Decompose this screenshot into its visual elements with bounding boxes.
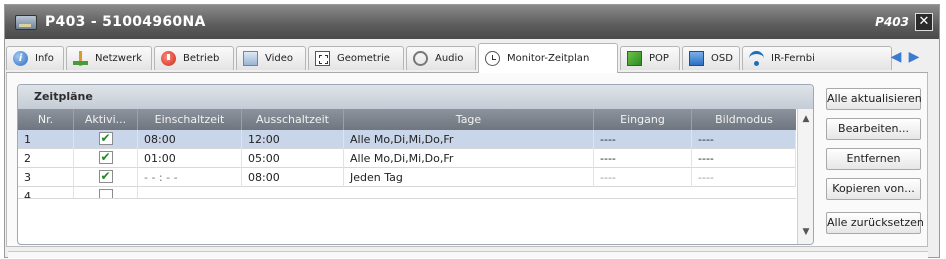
tab-scroll-right-icon[interactable]: ▶ (906, 46, 922, 68)
tab-audio[interactable]: Audio (406, 46, 476, 70)
projector-icon (15, 15, 37, 30)
tab-ir-fernbedienung[interactable]: IR-Fernbi (742, 46, 892, 70)
tab-label: IR-Fernbi (771, 53, 815, 64)
status-strip (8, 251, 928, 258)
tab-label: Netzwerk (95, 53, 143, 64)
scroll-up-icon[interactable]: ▲ (798, 111, 813, 127)
tab-pop[interactable]: POP (620, 46, 680, 70)
column-header[interactable]: Ausschaltzeit (242, 109, 344, 130)
schedule-group: Zeitpläne Nr. Aktivi... Einschaltzeit Au… (17, 84, 814, 245)
active-checkbox[interactable] (74, 149, 138, 168)
power-icon (161, 51, 176, 66)
video-icon (243, 51, 258, 66)
input-source: ---- (594, 130, 692, 149)
picture-mode: ---- (692, 130, 796, 149)
off-time: 05:00 (242, 149, 344, 168)
row-number: 1 (18, 130, 74, 149)
checkmark-icon (98, 149, 113, 167)
off-time: 08:00 (242, 168, 344, 187)
refresh-all-button[interactable]: Alle aktualisieren (826, 88, 922, 110)
reset-all-button[interactable]: Alle zurücksetzen (826, 212, 924, 234)
tab-betrieb[interactable]: Betrieb (154, 46, 234, 70)
copy-from-button[interactable]: Kopieren von... (826, 178, 921, 200)
tab-label: Info (35, 53, 54, 64)
osd-icon (689, 51, 704, 66)
on-time: - - : - - (138, 168, 242, 187)
network-icon (73, 51, 88, 66)
window-title: P403 - 51004960NA (45, 14, 206, 30)
column-header[interactable]: Eingang (594, 109, 692, 130)
table-row[interactable]: 1 08:00 12:00 Alle Mo,Di,Mi,Do,Fr ---- -… (18, 130, 796, 149)
checkbox-icon (98, 189, 113, 198)
geometry-icon (315, 51, 330, 66)
input-source: ---- (594, 168, 692, 187)
on-time: 01:00 (138, 149, 242, 168)
off-time: 12:00 (242, 130, 344, 149)
tab-osd[interactable]: OSD (682, 46, 740, 70)
remove-button[interactable]: Entfernen (826, 148, 921, 170)
table-header: Nr. Aktivi... Einschaltzeit Ausschaltzei… (18, 109, 796, 130)
column-header[interactable]: Aktivi... (74, 109, 138, 130)
audio-icon (413, 51, 428, 66)
tab-bar: i Info Netzwerk Betrieb Video Geometrie … (6, 42, 928, 73)
active-checkbox[interactable] (74, 130, 138, 149)
column-header[interactable]: Einschaltzeit (138, 109, 242, 130)
ir-remote-icon (749, 51, 764, 66)
close-button[interactable]: ✕ (915, 13, 933, 31)
tab-label: Monitor-Zeitplan (507, 53, 590, 64)
table-scrollbar[interactable]: ▲ ▼ (797, 109, 813, 244)
tab-info[interactable]: i Info (6, 46, 64, 70)
tab-monitor-zeitplan[interactable]: Monitor-Zeitplan (478, 43, 618, 73)
info-icon: i (13, 51, 28, 66)
days: Alle Mo,Di,Mi,Do,Fr (344, 130, 594, 149)
column-header[interactable]: Nr. (18, 109, 74, 130)
tab-label: Audio (435, 53, 464, 64)
tab-geometrie[interactable]: Geometrie (308, 46, 404, 70)
tab-netzwerk[interactable]: Netzwerk (66, 46, 152, 70)
tab-label: Video (265, 53, 294, 64)
column-header[interactable]: Bildmodus (692, 109, 796, 130)
table-row[interactable]: 2 01:00 05:00 Alle Mo,Di,Mi,Do,Fr ---- -… (18, 149, 796, 168)
active-checkbox[interactable] (74, 168, 138, 187)
tab-label: Geometrie (337, 53, 390, 64)
group-title: Zeitpläne (18, 85, 813, 109)
row-number: 3 (18, 168, 74, 187)
days: Alle Mo,Di,Mi,Do,Fr (344, 149, 594, 168)
active-checkbox[interactable] (74, 187, 138, 198)
input-source: ---- (594, 149, 692, 168)
column-header[interactable]: Tage (344, 109, 594, 130)
tab-label: Betrieb (183, 53, 220, 64)
picture-mode: ---- (692, 149, 796, 168)
on-time: 08:00 (138, 130, 242, 149)
row-number: 4 (18, 187, 74, 198)
tab-video[interactable]: Video (236, 46, 306, 70)
tab-label: OSD (711, 53, 733, 64)
table-row[interactable]: 4 (18, 187, 796, 199)
checkmark-icon (98, 168, 113, 186)
pop-icon (627, 51, 642, 66)
row-number: 2 (18, 149, 74, 168)
tab-scroll-left-icon[interactable]: ◀ (888, 46, 904, 68)
tab-label: POP (649, 53, 669, 64)
days: Jeden Tag (344, 168, 594, 187)
model-label: P403 (875, 15, 909, 29)
clock-icon (485, 51, 500, 66)
checkmark-icon (98, 130, 113, 148)
edit-button[interactable]: Bearbeiten... (826, 118, 921, 140)
title-bar: P403 - 51004960NA P403 ✕ (5, 5, 939, 39)
table-row[interactable]: 3 - - : - - 08:00 Jeden Tag ---- ---- (18, 168, 796, 187)
scroll-down-icon[interactable]: ▼ (798, 224, 813, 240)
picture-mode: ---- (692, 168, 796, 187)
